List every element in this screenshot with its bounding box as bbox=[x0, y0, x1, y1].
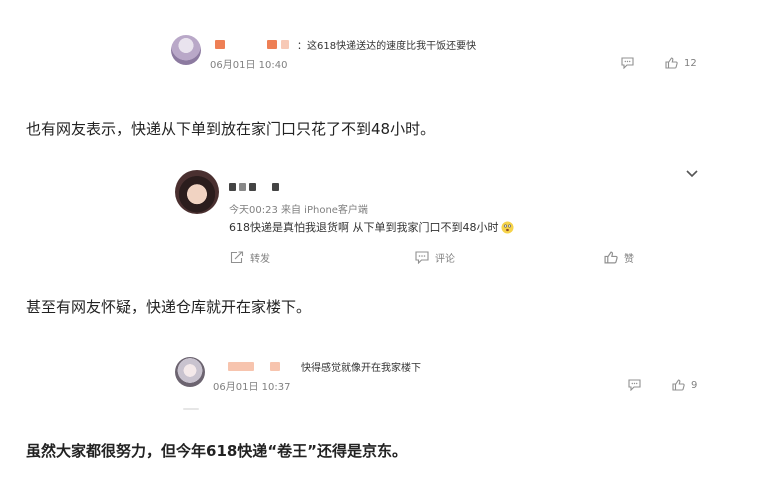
thumbs-up-icon bbox=[672, 379, 685, 391]
emoji-icon bbox=[501, 221, 514, 234]
repost-icon bbox=[230, 251, 244, 264]
comment2-text: 快得感觉就像开在我家楼下 bbox=[301, 363, 421, 374]
comment1-like-count: 12 bbox=[684, 57, 697, 69]
comment1-like-button[interactable]: 12 bbox=[665, 57, 697, 69]
comment2-reply-icon[interactable] bbox=[628, 379, 641, 391]
paragraph-2: 甚至有网友怀疑，快递仓库就开在家楼下。 bbox=[26, 298, 312, 316]
comment1-text: ：这618快递送达的速度比我干饭还要快 bbox=[297, 41, 477, 52]
weibo-post-text: 618快递是真怕我退货啊 从下单到我家门口不到48小时 bbox=[229, 221, 499, 234]
comment2-like-count: 9 bbox=[691, 379, 698, 391]
paragraph-1: 也有网友表示，快递从下单到放在家门口只花了不到48小时。 bbox=[26, 120, 436, 138]
comment-label: 评论 bbox=[435, 254, 455, 265]
divider-dot bbox=[183, 408, 199, 410]
repost-button[interactable]: 转发 bbox=[230, 250, 270, 265]
thumbs-up-icon bbox=[665, 57, 678, 69]
weibo-post-avatar[interactable] bbox=[175, 170, 219, 214]
like-label: 赞 bbox=[624, 254, 634, 265]
comment1-avatar[interactable] bbox=[171, 35, 201, 65]
comment2-like-button[interactable]: 9 bbox=[672, 379, 697, 391]
comment2-avatar[interactable] bbox=[175, 357, 205, 387]
paragraph-3: 虽然大家都很努力，但今年618快递“卷王”还得是京东。 bbox=[26, 442, 408, 460]
comment-button[interactable]: 评论 bbox=[415, 250, 455, 265]
comment2-time: 06月01日 10:37 bbox=[213, 382, 291, 393]
thumbs-up-icon bbox=[604, 251, 618, 264]
chevron-down-icon[interactable] bbox=[686, 170, 698, 178]
weibo-post-text-row: 618快递是真怕我退货啊 从下单到我家门口不到48小时 bbox=[229, 219, 514, 235]
weibo-post-meta: 今天00:23 来自 iPhone客户端 bbox=[229, 205, 368, 216]
comment2-username[interactable] bbox=[228, 360, 280, 372]
comment-icon bbox=[415, 251, 429, 264]
like-button[interactable]: 赞 bbox=[604, 250, 634, 265]
comment1-time: 06月01日 10:40 bbox=[210, 60, 288, 71]
weibo-post-username[interactable] bbox=[229, 182, 279, 192]
repost-label: 转发 bbox=[250, 254, 270, 265]
comment1-username[interactable] bbox=[215, 38, 289, 50]
comment1-reply-icon[interactable] bbox=[621, 57, 634, 69]
